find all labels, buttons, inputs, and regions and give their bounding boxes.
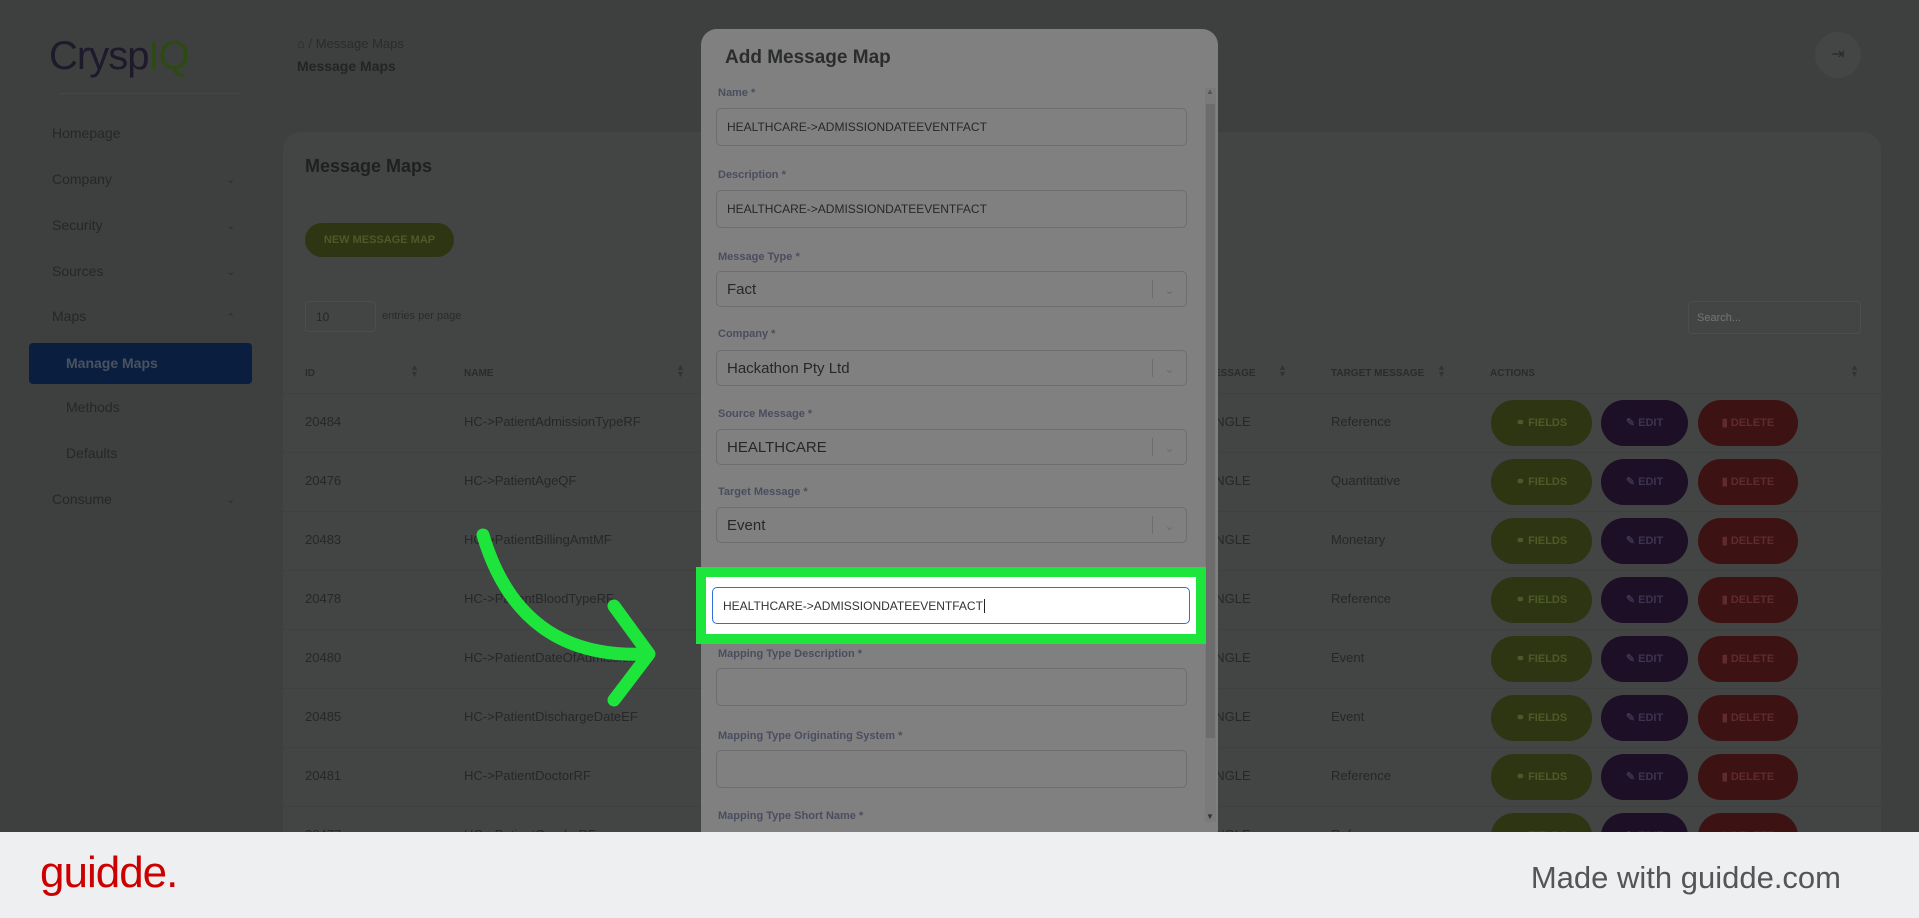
guidde-logo: guidde. xyxy=(40,848,178,897)
arrow-curve xyxy=(476,528,653,661)
guide-arrow xyxy=(476,528,656,707)
made-with-text: Made with guidde.com xyxy=(1530,860,1841,895)
